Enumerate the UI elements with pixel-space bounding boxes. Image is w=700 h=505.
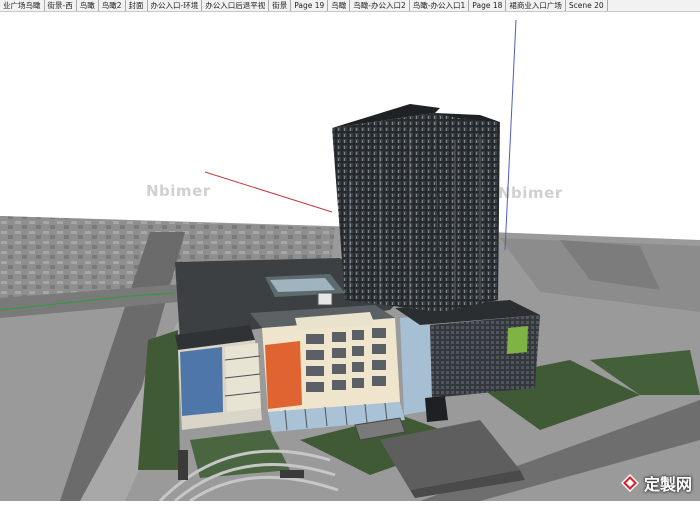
axis-blue	[504, 19, 517, 251]
panel-blue	[180, 347, 223, 416]
tower-left-face	[332, 113, 440, 312]
scene-tab[interactable]: 业广场鸟瞰	[0, 0, 45, 11]
scene-tab[interactable]: Page 18	[469, 0, 507, 11]
scene-tab-bar: 业广场鸟瞰 街景-西 鸟瞰 鸟瞰2 封面 办公入口-环境 办公入口后退平视 街景…	[0, 0, 700, 12]
watermark-text: Nbimer	[498, 184, 563, 202]
scene-tab[interactable]: 办公入口-环境	[148, 0, 203, 11]
bench	[178, 450, 188, 480]
panel-orange	[265, 341, 302, 409]
scene-tab[interactable]: 鸟瞰2	[99, 0, 126, 11]
model-viewport[interactable]: Nbimer Nbimer 定製网	[0, 12, 700, 503]
scene-render	[0, 19, 700, 503]
site-logo: 定製网	[620, 471, 692, 495]
roof-box	[317, 292, 333, 306]
axis-red	[204, 171, 333, 213]
roof-lantern	[270, 278, 335, 292]
tower-right-face	[435, 113, 500, 312]
scene-tab[interactable]: 街景	[269, 0, 292, 11]
scene-tab[interactable]: 鸟瞰	[328, 0, 351, 11]
green-accent-panel	[507, 326, 528, 354]
scene-tab[interactable]: 裙商业入口广场	[506, 0, 566, 11]
scene-tab[interactable]: 封面	[126, 0, 148, 11]
watermark-text: Nbimer	[146, 182, 211, 200]
scene-tab[interactable]: 鸟瞰	[77, 0, 99, 11]
scene-tab[interactable]: 街景-西	[45, 0, 77, 11]
scene-tab[interactable]: 办公入口后退平视	[202, 0, 270, 11]
scene-tab[interactable]: Page 19	[291, 0, 329, 11]
scene-tab[interactable]: 鸟瞰-办公入口2	[350, 0, 410, 11]
site-logo-text: 定製网	[643, 475, 692, 494]
logo-mark-icon	[620, 474, 639, 492]
bench	[280, 470, 304, 478]
scene-tab[interactable]: Scene 20	[566, 0, 608, 11]
entrance-canopy	[425, 396, 448, 422]
scene-tab[interactable]: 鸟瞰-办公入口1	[410, 0, 470, 11]
